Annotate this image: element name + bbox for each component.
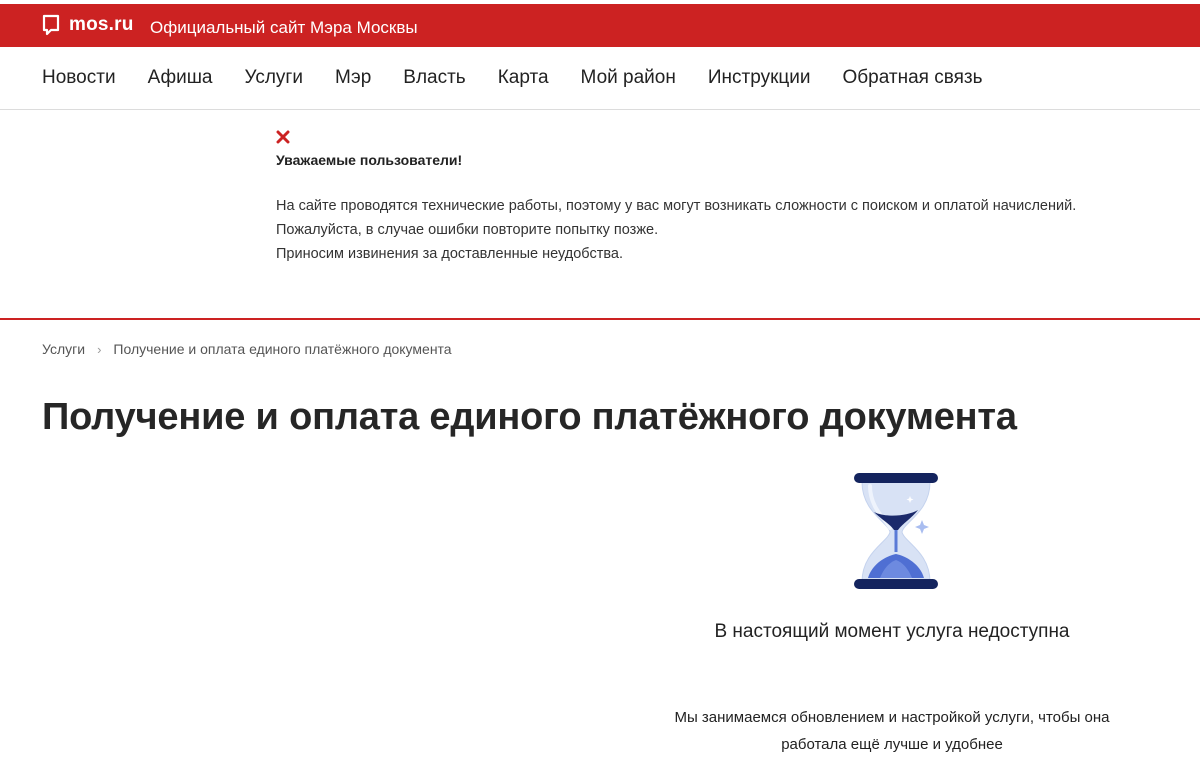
- breadcrumb: Услуги › Получение и оплата единого плат…: [42, 341, 452, 357]
- mos-logo-icon: [42, 14, 60, 36]
- unavailable-title: В настоящий момент услуга недоступна: [714, 621, 1070, 642]
- notice-content: Уважаемые пользователи! На сайте проводя…: [276, 130, 1196, 266]
- site-title: Официальный сайт Мэра Москвы: [150, 18, 418, 37]
- nav-item-map[interactable]: Карта: [498, 67, 549, 89]
- main-nav: Новости Афиша Услуги Мэр Власть Карта Мо…: [0, 47, 1200, 110]
- nav-item-feedback[interactable]: Обратная связь: [843, 67, 983, 89]
- nav-item-mayor[interactable]: Мэр: [335, 67, 371, 89]
- logo-link[interactable]: mos.ru: [42, 14, 134, 36]
- top-bar: mos.ru Официальный сайт Мэра Москвы: [0, 4, 1200, 47]
- unavailable-description: Мы занимаемся обновлением и настройкой у…: [674, 709, 1110, 753]
- nav-item-services[interactable]: Услуги: [245, 67, 303, 89]
- maintenance-notice: Уважаемые пользователи! На сайте проводя…: [0, 110, 1200, 320]
- nav-list: Новости Афиша Услуги Мэр Власть Карта Мо…: [42, 67, 1015, 89]
- nav-item-news[interactable]: Новости: [42, 67, 116, 89]
- notice-body: На сайте проводятся технические работы, …: [276, 194, 1196, 266]
- breadcrumb-current: Получение и оплата единого платёжного до…: [113, 341, 452, 357]
- page-title: Получение и оплата единого платёжного до…: [42, 396, 1017, 438]
- page: mos.ru Официальный сайт Мэра Москвы Ново…: [0, 0, 1200, 767]
- breadcrumb-services-link[interactable]: Услуги: [42, 341, 85, 357]
- nav-item-instructions[interactable]: Инструкции: [708, 67, 811, 89]
- nav-item-afisha[interactable]: Афиша: [148, 67, 213, 89]
- logo-text: mos.ru: [69, 14, 134, 35]
- notice-line: На сайте проводятся технические работы, …: [276, 198, 1077, 214]
- nav-item-government[interactable]: Власть: [403, 67, 465, 89]
- nav-item-my-district[interactable]: Мой район: [581, 67, 676, 89]
- close-icon[interactable]: [276, 130, 290, 144]
- notice-line: Пожалуйста, в случае ошибки повторите по…: [276, 222, 659, 238]
- notice-line: Приносим извинения за доставленные неудо…: [276, 246, 623, 262]
- chevron-right-icon: ›: [97, 341, 102, 357]
- hourglass-icon: [854, 473, 938, 589]
- notice-title: Уважаемые пользователи!: [276, 152, 463, 168]
